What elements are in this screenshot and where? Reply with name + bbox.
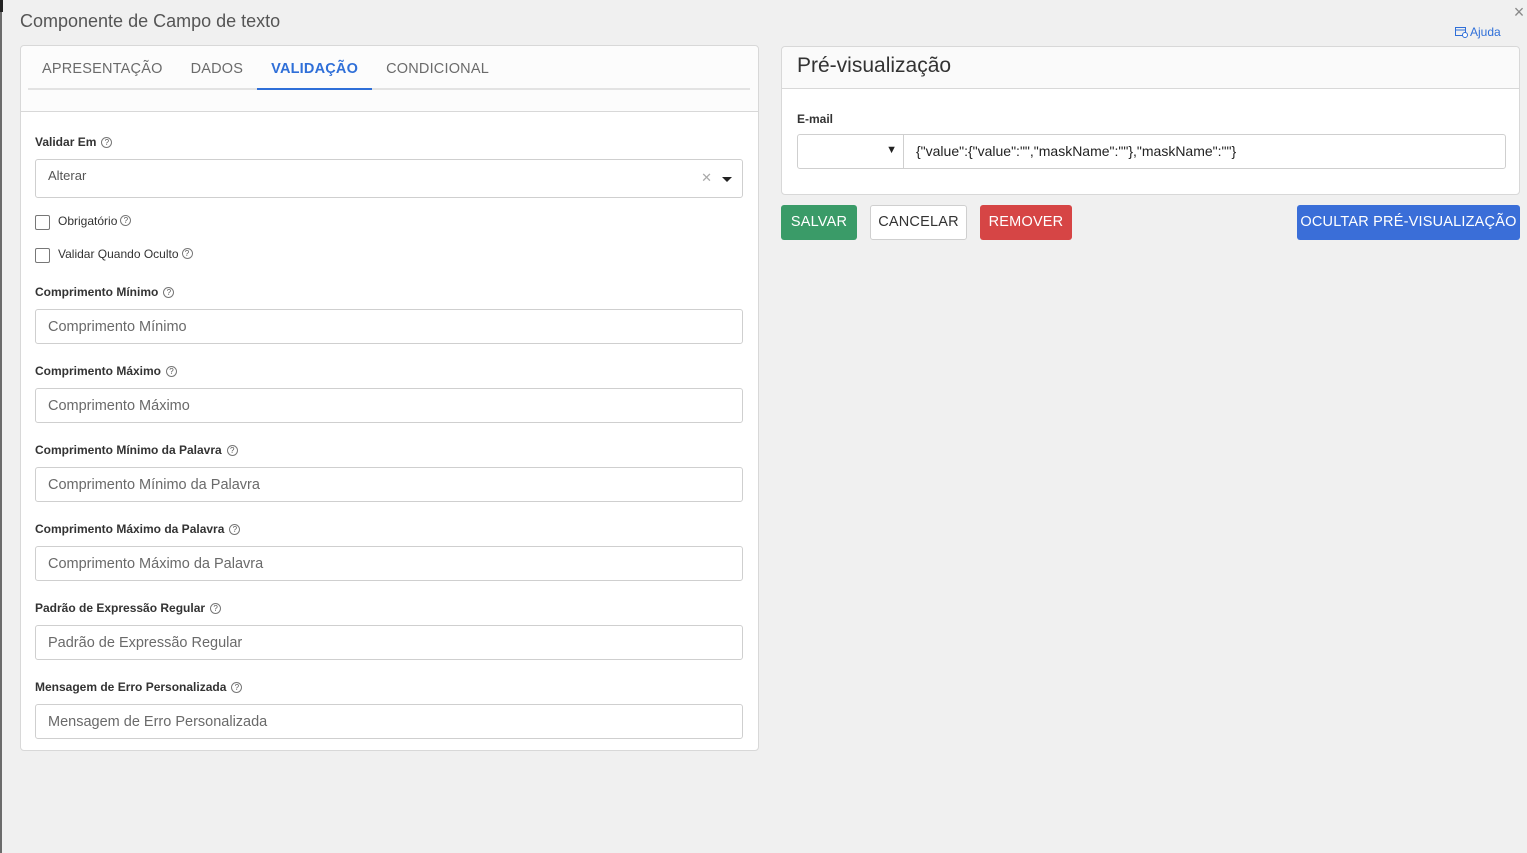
min-words-label: Comprimento Mínimo da Palavra ?: [35, 442, 743, 458]
min-length-input[interactable]: [35, 309, 743, 344]
required-row: Obrigatório ?: [35, 213, 743, 230]
validate-hidden-label: Validar Quando Oculto: [58, 246, 179, 261]
window-edge-top: [0, 0, 3, 12]
help-tooltip-icon[interactable]: ?: [181, 248, 193, 259]
preview-input-group: ▼ {"value":{"value":"","maskName":""},"m…: [797, 134, 1506, 169]
preview-input[interactable]: {"value":{"value":"","maskName":""},"mas…: [904, 135, 1505, 168]
window-edge: [0, 0, 2, 853]
max-words-input[interactable]: [35, 546, 743, 581]
tab-presentation[interactable]: APRESENTAÇÃO: [28, 46, 177, 90]
tab-conditional[interactable]: CONDICIONAL: [372, 46, 503, 90]
tab-bar: APRESENTAÇÃO DADOS VALIDAÇÃO CONDICIONAL: [28, 46, 750, 90]
help-tooltip-icon[interactable]: ?: [101, 136, 113, 148]
dialog-title: Componente de Campo de texto: [20, 11, 281, 31]
caret-down-icon[interactable]: [722, 177, 732, 182]
validate-hidden-checkbox[interactable]: [35, 248, 50, 263]
settings-panel: APRESENTAÇÃO DADOS VALIDAÇÃO CONDICIONAL…: [20, 45, 759, 751]
help-tooltip-icon[interactable]: ?: [231, 681, 243, 693]
required-checkbox[interactable]: [35, 215, 50, 230]
preview-panel: Pré-visualização E-mail ▼ {"value":{"val…: [781, 46, 1520, 195]
clear-icon[interactable]: ✕: [701, 170, 712, 186]
chevron-down-icon: ▼: [886, 144, 897, 156]
tab-validation[interactable]: VALIDAÇÃO: [257, 46, 373, 90]
custom-error-input[interactable]: [35, 704, 743, 739]
save-button[interactable]: SALVAR: [781, 205, 857, 240]
mask-select[interactable]: ▼: [798, 135, 904, 168]
validate-on-select[interactable]: Alterar ✕: [35, 159, 743, 198]
regex-label: Padrão de Expressão Regular ?: [35, 600, 743, 616]
help-tooltip-icon[interactable]: ?: [163, 286, 175, 298]
help-label: Ajuda: [1470, 25, 1501, 39]
validate-on-value: Alterar: [48, 168, 87, 183]
validate-on-label: Validar Em ?: [35, 134, 743, 150]
preview-field-label: E-mail: [797, 112, 834, 126]
hide-preview-button[interactable]: OCULTAR PRÉ-VISUALIZAÇÃO: [1297, 205, 1520, 240]
regex-input[interactable]: [35, 625, 743, 660]
help-tooltip-icon[interactable]: ?: [229, 523, 241, 535]
close-icon[interactable]: ×: [1511, 2, 1527, 22]
external-help-icon: [1455, 26, 1468, 38]
tabs-area: APRESENTAÇÃO DADOS VALIDAÇÃO CONDICIONAL: [21, 46, 758, 112]
remove-button[interactable]: REMOVER: [980, 205, 1072, 240]
custom-error-label: Mensagem de Erro Personalizada ?: [35, 679, 743, 695]
cancel-button[interactable]: CANCELAR: [870, 205, 967, 240]
max-length-label: Comprimento Máximo ?: [35, 363, 743, 379]
min-words-input[interactable]: [35, 467, 743, 502]
required-label: Obrigatório: [58, 213, 118, 228]
help-link[interactable]: Ajuda: [1455, 25, 1501, 39]
help-tooltip-icon[interactable]: ?: [120, 215, 132, 226]
validate-hidden-row: Validar Quando Oculto ?: [35, 246, 743, 263]
help-tooltip-icon[interactable]: ?: [226, 444, 238, 456]
preview-title: Pré-visualização: [782, 47, 1519, 89]
tab-data[interactable]: DADOS: [177, 46, 258, 90]
help-tooltip-icon[interactable]: ?: [210, 602, 222, 614]
validation-form: Validar Em ? Alterar ✕ Obrigatório ? Val…: [35, 134, 743, 739]
max-length-input[interactable]: [35, 388, 743, 423]
help-tooltip-icon[interactable]: ?: [166, 365, 178, 377]
min-length-label: Comprimento Mínimo ?: [35, 284, 743, 300]
max-words-label: Comprimento Máximo da Palavra ?: [35, 521, 743, 537]
